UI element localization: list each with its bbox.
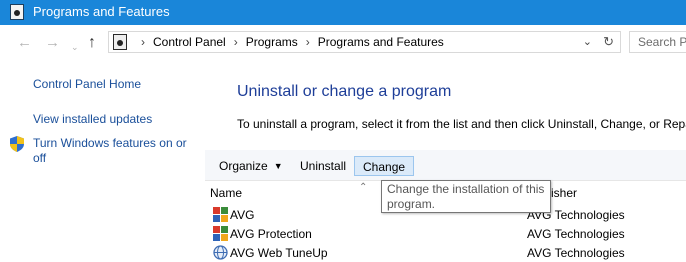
program-publisher: AVG Technologies — [527, 246, 625, 260]
forward-arrow-icon[interactable]: → — [45, 34, 60, 52]
window-title: Programs and Features — [33, 4, 170, 19]
refresh-icon[interactable]: ↻ — [603, 34, 614, 50]
uninstall-button[interactable]: Uninstall — [300, 156, 346, 176]
program-name: AVG — [230, 208, 255, 222]
sidebar-link-windows-features[interactable]: Turn Windows features on or off — [33, 136, 198, 166]
control-panel-icon — [113, 34, 127, 50]
sidebar-link-control-panel-home[interactable]: Control Panel Home — [33, 77, 141, 92]
program-name: AVG Protection — [230, 227, 312, 241]
sidebar: Control Panel Home View installed update… — [0, 63, 205, 262]
breadcrumb: › Control Panel › Programs › Programs and Fea… — [141, 35, 444, 49]
avg-web-tuneup-icon — [213, 245, 228, 260]
address-history-chevron-icon[interactable]: ⌄ — [583, 35, 592, 48]
command-bar: Organize ▼ Uninstall Change — [205, 150, 686, 181]
search-input[interactable]: Search Pr — [629, 31, 686, 53]
shield-icon — [10, 136, 24, 152]
main-panel: Uninstall or change a program To uninsta… — [205, 63, 686, 262]
change-button-tooltip: Change the installation of this program. — [381, 180, 551, 213]
breadcrumb-programs[interactable]: Programs — [246, 35, 298, 49]
search-placeholder: Search Pr — [638, 35, 686, 49]
breadcrumb-control-panel[interactable]: Control Panel — [153, 35, 226, 49]
change-button[interactable]: Change — [354, 156, 415, 176]
avg-icon — [213, 207, 228, 222]
table-row[interactable]: AVG Web TuneUp AVG Technologies — [205, 243, 686, 262]
sidebar-link-view-installed-updates[interactable]: View installed updates — [33, 112, 152, 127]
column-header-name[interactable]: Name — [210, 186, 242, 200]
control-panel-icon — [10, 4, 24, 20]
page-title: Uninstall or change a program — [237, 83, 452, 100]
program-name: AVG Web TuneUp — [230, 246, 328, 260]
chevron-down-icon[interactable]: ⌄ — [71, 38, 79, 56]
program-publisher: AVG Technologies — [527, 227, 625, 241]
back-arrow-icon[interactable]: ← — [17, 34, 32, 52]
instructions-text: To uninstall a program, select it from t… — [237, 117, 686, 131]
sort-ascending-icon: ⌃ — [359, 182, 368, 193]
organize-label: Organize — [219, 159, 268, 173]
breadcrumb-programs-and-features[interactable]: Programs and Features — [318, 35, 444, 49]
up-arrow-icon[interactable]: ↑ — [88, 34, 96, 52]
address-bar[interactable]: › Control Panel › Programs › Programs and Fea… — [108, 31, 621, 53]
organize-button[interactable]: Organize ▼ — [219, 156, 283, 176]
title-bar: Programs and Features — [0, 0, 686, 25]
caret-down-icon: ▼ — [273, 161, 283, 171]
address-row: ← → ⌄ ↑ › Control Panel › Programs › Programs… — [0, 25, 686, 63]
table-row[interactable]: AVG Protection AVG Technologies — [205, 224, 686, 243]
avg-icon — [213, 226, 228, 241]
